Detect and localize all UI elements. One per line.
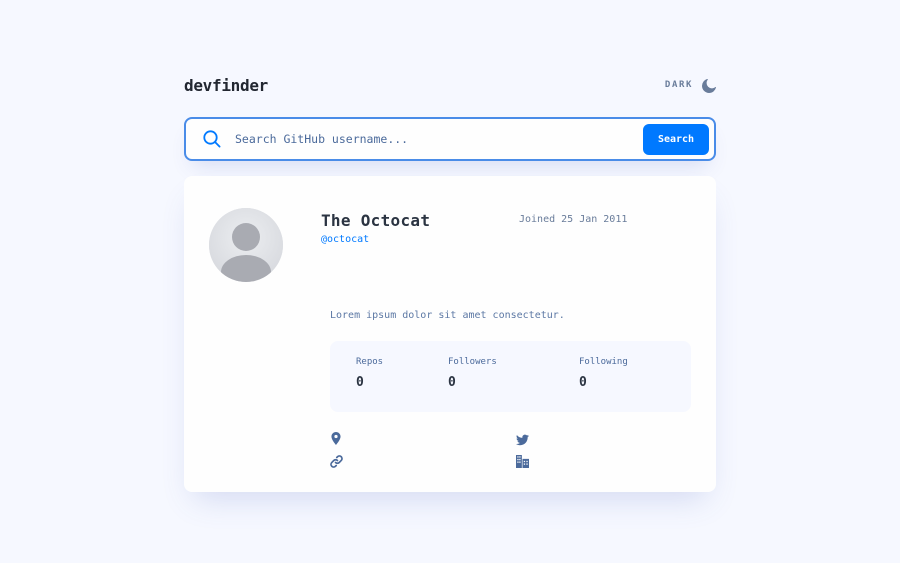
stat-followers-label: Followers: [448, 357, 497, 367]
stat-following-label: Following: [579, 357, 628, 367]
app-header: devfinder DARK: [184, 72, 717, 98]
twitter-icon: [516, 431, 529, 446]
user-name: The Octocat: [321, 211, 431, 230]
stat-repos-value: 0: [356, 375, 364, 390]
stat-followers: Followers 0: [448, 357, 497, 390]
user-bio: Lorem ipsum dolor sit amet consectetur.: [330, 310, 565, 321]
profile-card: The Octocat @octocat Joined 25 Jan 2011 …: [184, 176, 716, 492]
theme-toggle-label: DARK: [664, 80, 693, 90]
moon-icon: [702, 78, 717, 94]
stat-repos: Repos 0: [356, 357, 383, 390]
stat-following-value: 0: [579, 375, 587, 390]
user-login-link[interactable]: @octocat: [321, 234, 369, 245]
join-date: Joined 25 Jan 2011: [519, 214, 628, 225]
building-icon: [516, 453, 529, 468]
stat-following: Following 0: [579, 357, 628, 390]
stat-followers-value: 0: [448, 375, 456, 390]
stat-repos-label: Repos: [356, 357, 384, 367]
search-bar: Search: [184, 117, 716, 161]
search-button[interactable]: Search: [643, 123, 709, 155]
theme-toggle-button[interactable]: DARK: [664, 78, 717, 94]
location-pin-icon: [330, 430, 342, 445]
search-icon: [203, 130, 221, 148]
app-logo: devfinder: [184, 75, 268, 95]
link-icon: [330, 453, 343, 468]
avatar: [209, 208, 283, 282]
stats-panel: Repos 0 Followers 0 Following 0: [330, 341, 691, 412]
search-input[interactable]: [235, 119, 643, 159]
